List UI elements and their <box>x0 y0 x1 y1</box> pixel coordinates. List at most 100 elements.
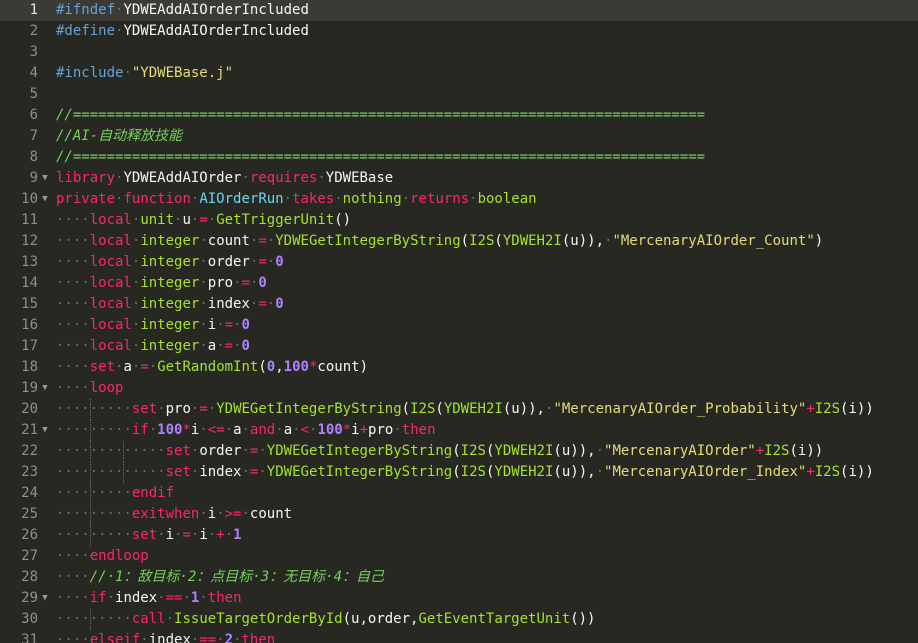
code-token: YDWEH2I <box>443 401 503 417</box>
code-line[interactable]: 27 ····endloop <box>0 546 918 567</box>
code-token: ···· <box>56 338 90 354</box>
code-line[interactable]: 31 ····elseif·index·==·2·then <box>0 630 918 643</box>
fold-toggle-icon[interactable]: ▼ <box>40 168 50 189</box>
code-token: · <box>216 317 225 333</box>
code-token: + <box>359 422 369 438</box>
code-line[interactable]: 11 ····local·unit·u·=·GetTriggerUnit() <box>0 210 918 231</box>
code-line[interactable]: 19 ▼ ····loop <box>0 378 918 399</box>
code-line[interactable]: 22 ·············set·order·=·YDWEGetIntege… <box>0 441 918 462</box>
code-token: 0 <box>241 317 250 333</box>
code-token: = <box>258 233 267 249</box>
code-line[interactable]: 10 ▼ private·function·AIOrderRun·takes·not… <box>0 189 918 210</box>
code-line[interactable]: 15 ····local·integer·index·=·0 <box>0 294 918 315</box>
line-number: 7 <box>29 128 38 144</box>
code-token: + <box>806 464 815 480</box>
code-token: · <box>241 464 250 480</box>
code-token: · <box>292 422 301 438</box>
line-number: 15 <box>21 296 38 312</box>
code-line[interactable]: 29 ▼ ····if·index·==·1·then <box>0 588 918 609</box>
code-token: local <box>89 275 132 291</box>
code-line[interactable]: 5 <box>0 84 918 105</box>
code-line[interactable]: 18 ····set·a·=·GetRandomInt(0,100*count) <box>0 357 918 378</box>
code-token: ( <box>258 359 267 375</box>
code-line[interactable]: 25 ·········exitwhen·i·>=·count <box>0 504 918 525</box>
code-line[interactable]: 28 ····//·1：敌目标·2：点目标·3：无目标·4：自己 <box>0 567 918 588</box>
code-token: ) <box>359 359 368 375</box>
indent-guide: ···· <box>89 399 123 420</box>
code-text: ····set·a·=·GetRandomInt(0,100*count) <box>56 357 368 378</box>
code-token: ···· <box>56 632 90 643</box>
code-token: #include <box>56 65 124 81</box>
code-token: //·1：敌目标·2：点目标·3：无目标·4：自己 <box>89 569 385 585</box>
line-number: 6 <box>29 107 38 123</box>
code-line[interactable]: 20 ·········set·pro·=·YDWEGetIntegerByStr… <box>0 399 918 420</box>
code-token: · <box>224 527 234 543</box>
code-token: ···· <box>56 464 90 480</box>
fold-toggle-icon[interactable]: ▼ <box>40 189 50 210</box>
code-token: == <box>199 632 217 643</box>
code-token: 2 <box>224 632 234 643</box>
code-token: · <box>216 338 225 354</box>
line-number: 12 <box>21 233 38 249</box>
code-token: 100 <box>283 359 309 375</box>
code-token: pro <box>368 422 394 438</box>
code-token: "MercenaryAIOrder_Probability" <box>553 401 807 417</box>
code-token: = <box>224 317 234 333</box>
code-token: IssueTargetOrderById <box>174 611 343 627</box>
code-text: ·········exitwhen·i·>=·count <box>56 504 292 525</box>
code-token: nothing <box>342 191 402 207</box>
code-text: ····local·integer·pro·=·0 <box>56 273 267 294</box>
code-line[interactable]: 2 #define·YDWEAddAIOrderIncluded <box>0 21 918 42</box>
code-line[interactable]: 21 ▼ ·········if·100*i·<=·a·and·a·<·100*i+… <box>0 420 918 441</box>
code-line[interactable]: 17 ····local·integer·a·=·0 <box>0 336 918 357</box>
code-token: YDWEH2I <box>502 233 562 249</box>
code-line[interactable]: 30 ·········call·IssueTargetOrderById(u,o… <box>0 609 918 630</box>
code-token: pro <box>207 275 234 291</box>
fold-toggle-icon[interactable]: ▼ <box>40 588 50 609</box>
code-text: ····local·integer·i·=·0 <box>56 315 250 336</box>
code-line[interactable]: 8 //=====================================… <box>0 147 918 168</box>
code-line[interactable]: 14 ····local·integer·pro·=·0 <box>0 273 918 294</box>
code-token: 1 <box>233 527 242 543</box>
indent-guide: ···· <box>123 462 157 483</box>
code-token: · <box>157 443 166 459</box>
code-token: then <box>207 590 242 606</box>
code-line[interactable]: 1 #ifndef·YDWEAddAIOrderIncluded <box>0 0 918 21</box>
code-line[interactable]: 6 //=====================================… <box>0 105 918 126</box>
line-number: 29 <box>21 590 38 606</box>
code-token: · <box>123 506 132 522</box>
code-line[interactable]: 3 <box>0 42 918 63</box>
code-token: < <box>300 422 309 438</box>
code-line[interactable]: 23 ·············set·index·=·YDWEGetIntege… <box>0 462 918 483</box>
code-token: index <box>207 296 250 312</box>
code-line[interactable]: 13 ····local·integer·order·=·0 <box>0 252 918 273</box>
line-number: 30 <box>21 611 38 627</box>
code-token: ( <box>452 443 461 459</box>
code-line[interactable]: 16 ····local·integer·i·=·0 <box>0 315 918 336</box>
code-line[interactable]: 9 ▼ library·YDWEAddAIOrder·requires·YDWEBa… <box>0 168 918 189</box>
code-editor[interactable]: 1 #ifndef·YDWEAddAIOrderIncluded 2 #define·… <box>0 0 918 643</box>
code-token: · <box>216 506 225 522</box>
fold-toggle-icon[interactable]: ▼ <box>40 378 50 399</box>
code-line[interactable]: 26 ·········set·i·=·i·+·1 <box>0 525 918 546</box>
code-token: · <box>334 191 343 207</box>
code-line[interactable]: 12 ····local·integer·count·=·YDWEGetInteg… <box>0 231 918 252</box>
code-line[interactable]: 7 //AI-自动释放技能 <box>0 126 918 147</box>
code-token: ···· <box>56 317 90 333</box>
line-number: 1 <box>29 2 38 18</box>
code-token: YDWEGetIntegerByString <box>266 443 453 459</box>
code-line[interactable]: 4 #include·"YDWEBase.j" <box>0 63 918 84</box>
code-token: "YDWEBase.j" <box>131 65 234 81</box>
fold-toggle-icon[interactable]: ▼ <box>40 420 50 441</box>
code-token: integer <box>140 275 200 291</box>
code-token: if <box>89 590 107 606</box>
code-line[interactable]: 24 ·········endif <box>0 483 918 504</box>
code-token: · <box>157 401 166 417</box>
code-token: count <box>207 233 250 249</box>
code-token: · <box>241 422 250 438</box>
code-text: #ifndef·YDWEAddAIOrderIncluded <box>56 0 309 21</box>
code-token: (u)), <box>502 401 545 417</box>
code-token: "MercenaryAIOrder_Count" <box>612 233 815 249</box>
code-token: · <box>266 296 276 312</box>
code-token: * <box>182 422 191 438</box>
